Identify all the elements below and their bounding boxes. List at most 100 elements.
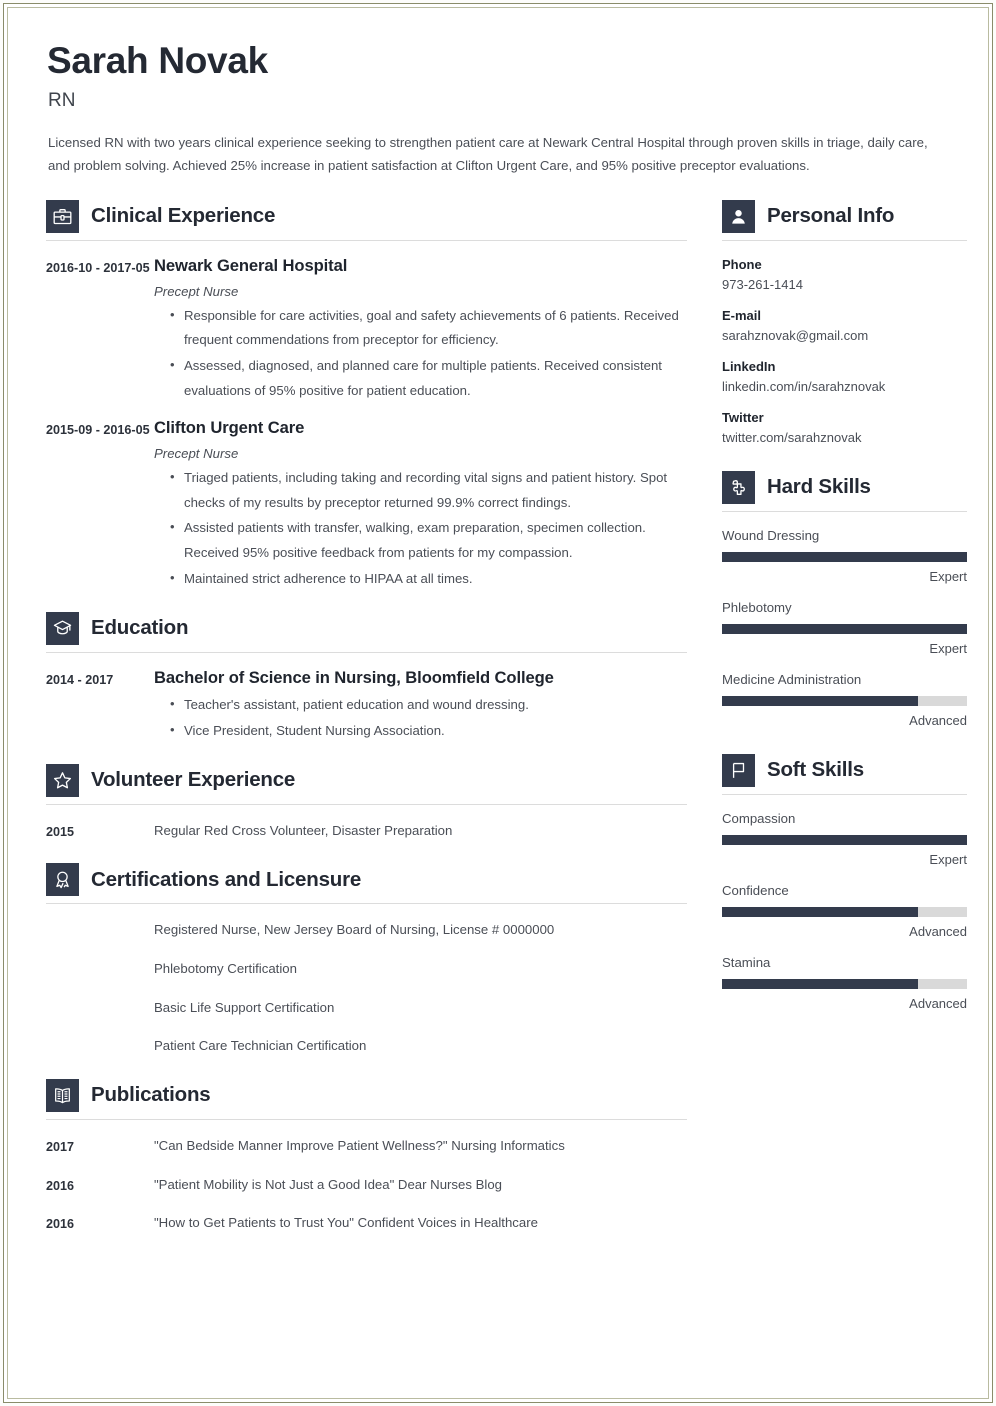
skill-item: Medicine Administration Advanced	[722, 672, 967, 728]
section-header-clinical-experience: Clinical Experience	[46, 199, 687, 233]
section-soft-skills: Soft Skills Compassion Expert Confidence…	[722, 753, 967, 1011]
section-divider	[46, 903, 687, 905]
experience-entry: 2016-10 - 2017-05 Newark General Hospita…	[46, 256, 687, 403]
entry-body: Basic Life Support Certification	[154, 997, 687, 1021]
award-ribbon-icon	[46, 863, 79, 897]
skill-bar-track	[722, 978, 967, 989]
section-volunteer-experience: Volunteer Experience 2015 Regular Red Cr…	[46, 763, 687, 844]
certification-item: Basic Life Support Certification	[154, 999, 335, 1015]
personal-info-field: E-mail sarahznovak@gmail.com	[722, 308, 967, 343]
section-certifications: Certifications and Licensure Registered …	[46, 863, 687, 1059]
entry-body: "Can Bedside Manner Improve Patient Well…	[154, 1135, 687, 1159]
section-divider	[46, 803, 687, 805]
section-title: Certifications and Licensure	[91, 867, 362, 891]
field-label: Phone	[722, 256, 762, 272]
section-title: Education	[91, 616, 189, 639]
field-value[interactable]: sarahznovak@gmail.com	[722, 328, 967, 343]
field-label: LinkedIn	[722, 358, 776, 374]
publication-entry: 2016 "Patient Mobility is Not Just a Goo…	[46, 1174, 687, 1198]
section-header-volunteer-experience: Volunteer Experience	[46, 763, 687, 797]
section-header-certifications: Certifications and Licensure	[46, 863, 687, 897]
skill-bar-fill	[722, 978, 918, 989]
entry-date: 2017	[46, 1139, 75, 1154]
education-entry: 2014 - 2017 Bachelor of Science in Nursi…	[46, 668, 687, 744]
section-clinical-experience: Clinical Experience 2016-10 - 2017-05 Ne…	[46, 199, 687, 592]
skill-bar-fill	[722, 551, 967, 562]
resume-header: Sarah Novak RN Licensed RN with two year…	[46, 40, 950, 178]
skill-level: Advanced	[909, 923, 967, 939]
skill-name: Phlebotomy	[722, 599, 792, 615]
entry-role: Precept Nurse	[154, 446, 239, 462]
skill-name: Wound Dressing	[722, 527, 820, 543]
field-value[interactable]: twitter.com/sarahznovak	[722, 430, 967, 445]
skill-bar-fill	[722, 834, 967, 845]
resume-body-columns: Clinical Experience 2016-10 - 2017-05 Ne…	[46, 199, 967, 1236]
candidate-name: Sarah Novak	[47, 40, 268, 81]
skill-bar-track	[722, 623, 967, 634]
entry-body: "How to Get Patients to Trust You" Confi…	[154, 1212, 687, 1236]
publication-entry: 2016 "How to Get Patients to Trust You" …	[46, 1212, 687, 1236]
bullet-item: Maintained strict adherence to HIPAA at …	[170, 566, 687, 592]
skill-name: Medicine Administration	[722, 671, 862, 687]
entry-body: "Patient Mobility is Not Just a Good Ide…	[154, 1174, 687, 1198]
entry-bullets: Responsible for care activities, goal an…	[154, 303, 687, 404]
entry-body: Registered Nurse, New Jersey Board of Nu…	[154, 919, 687, 943]
graduation-cap-icon	[46, 611, 79, 645]
resume-sheet: Sarah Novak RN Licensed RN with two year…	[8, 8, 988, 1398]
bullet-item: Triaged patients, including taking and r…	[170, 465, 687, 515]
section-hard-skills: Hard Skills Wound Dressing Expert Phlebo…	[722, 470, 967, 728]
skill-name: Stamina	[722, 954, 771, 970]
entry-body: Bachelor of Science in Nursing, Bloomfie…	[154, 668, 687, 744]
skill-bar-track	[722, 695, 967, 706]
field-value[interactable]: linkedin.com/in/sarahznovak	[722, 379, 967, 394]
section-header-publications: Publications	[46, 1078, 687, 1112]
bullet-item: Responsible for care activities, goal an…	[170, 303, 687, 353]
skill-item: Stamina Advanced	[722, 955, 967, 1011]
briefcase-icon	[46, 199, 79, 233]
skill-level: Advanced	[909, 995, 967, 1011]
skill-level: Advanced	[909, 712, 967, 728]
bullet-item: Teacher's assistant, patient education a…	[170, 692, 687, 718]
entry-date: 2014 - 2017	[46, 672, 114, 687]
skill-bar-track	[722, 551, 967, 562]
certification-item: Phlebotomy Certification	[154, 960, 297, 976]
skill-item: Compassion Expert	[722, 811, 967, 867]
volunteer-entry: 2015 Regular Red Cross Volunteer, Disast…	[46, 820, 687, 844]
section-header-education: Education	[46, 611, 687, 645]
puzzle-piece-icon	[722, 470, 755, 504]
section-header-soft-skills: Soft Skills	[722, 753, 967, 787]
candidate-job-title: RN	[48, 89, 76, 111]
section-divider	[46, 651, 687, 653]
entry-role: Precept Nurse	[154, 283, 239, 299]
resume-page-inner-frame: Sarah Novak RN Licensed RN with two year…	[7, 7, 989, 1399]
resume-summary: Licensed RN with two years clinical expe…	[48, 134, 928, 174]
section-title: Soft Skills	[767, 758, 864, 782]
section-title: Volunteer Experience	[91, 768, 296, 792]
entry-organization: Newark General Hospital	[154, 255, 348, 275]
section-title: Clinical Experience	[91, 204, 276, 228]
flag-icon	[722, 753, 755, 787]
skill-bar-fill	[722, 906, 918, 917]
certification-row: Basic Life Support Certification	[46, 997, 687, 1021]
skill-level: Expert	[929, 851, 967, 867]
personal-info-field: LinkedIn linkedin.com/in/sarahznovak	[722, 359, 967, 394]
section-divider	[46, 1118, 687, 1120]
field-label: E-mail	[722, 307, 762, 323]
skill-level: Expert	[929, 568, 967, 584]
section-publications: Publications 2017 "Can Bedside Manner Im…	[46, 1078, 687, 1236]
personal-info-field: Phone 973-261-1414	[722, 257, 967, 292]
entry-date: 2015-09 - 2016-05	[46, 423, 150, 438]
publication-text: "How to Get Patients to Trust You" Confi…	[154, 1215, 538, 1231]
bullet-item: Assessed, diagnosed, and planned care fo…	[170, 353, 687, 403]
personal-info-field: Twitter twitter.com/sarahznovak	[722, 410, 967, 445]
skill-bar-track	[722, 834, 967, 845]
section-header-hard-skills: Hard Skills	[722, 470, 967, 504]
section-title: Hard Skills	[767, 475, 871, 499]
section-divider	[722, 239, 967, 241]
entry-body: Newark General Hospital Precept Nurse Re…	[154, 256, 687, 403]
entry-date: 2016	[46, 1217, 75, 1232]
skill-item: Confidence Advanced	[722, 883, 967, 939]
experience-entry: 2015-09 - 2016-05 Clifton Urgent Care Pr…	[46, 418, 687, 591]
skill-level: Expert	[929, 640, 967, 656]
section-divider	[722, 793, 967, 795]
